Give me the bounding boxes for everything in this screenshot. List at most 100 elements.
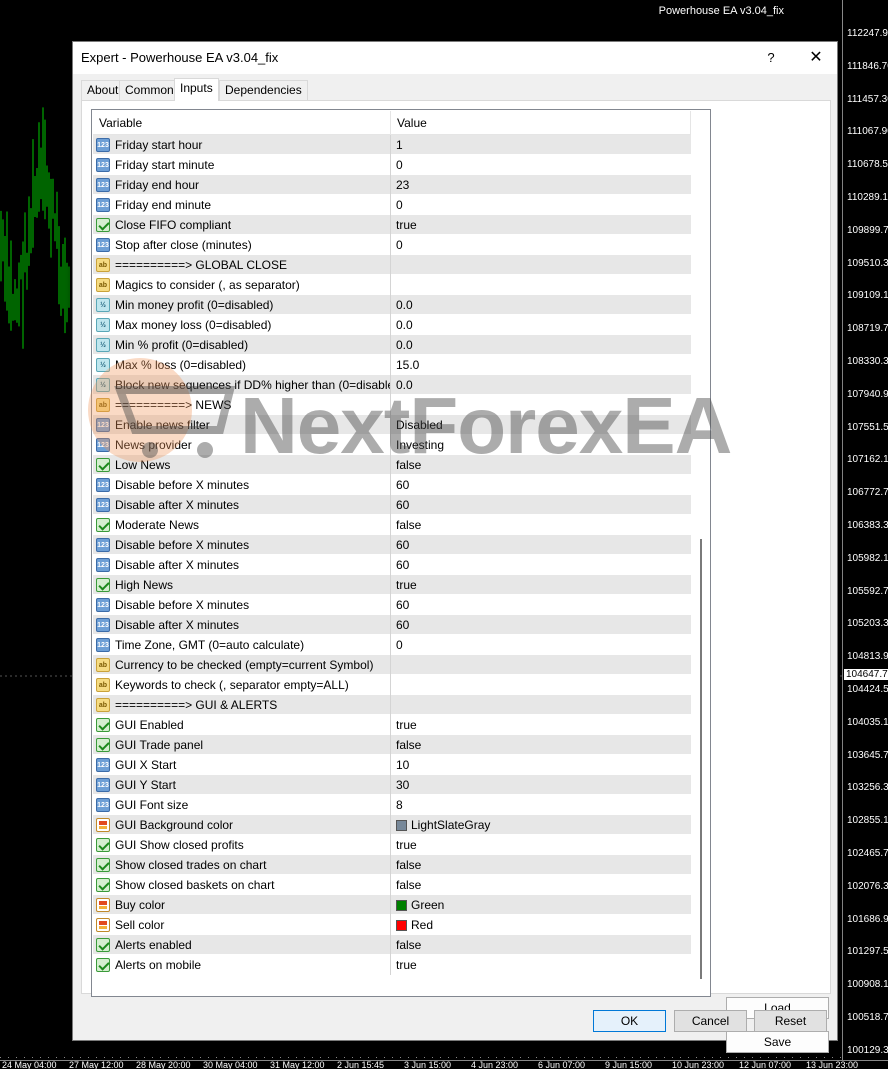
input-row[interactable]: ab Magics to consider (, as separator) bbox=[93, 275, 691, 295]
input-value-cell[interactable] bbox=[391, 395, 691, 415]
input-row[interactable]: Show closed trades on chart false bbox=[93, 855, 691, 875]
input-value-cell[interactable]: 60 bbox=[391, 535, 691, 555]
input-value-cell[interactable]: 60 bbox=[391, 615, 691, 635]
input-row[interactable]: 123 Disable after X minutes 60 bbox=[93, 615, 691, 635]
input-value-cell[interactable]: false bbox=[391, 515, 691, 535]
input-value-cell[interactable]: 0 bbox=[391, 235, 691, 255]
input-row[interactable]: Moderate News false bbox=[93, 515, 691, 535]
input-row[interactable]: 123 GUI X Start 10 bbox=[93, 755, 691, 775]
help-button[interactable]: ? bbox=[756, 46, 786, 70]
vertical-scrollbar[interactable] bbox=[692, 111, 709, 995]
input-value-cell[interactable] bbox=[391, 255, 691, 275]
grid-dot bbox=[344, 1057, 345, 1058]
input-value-cell[interactable] bbox=[391, 675, 691, 695]
cancel-button[interactable]: Cancel bbox=[674, 1010, 747, 1032]
input-value-cell[interactable]: 60 bbox=[391, 495, 691, 515]
input-row[interactable]: ab Currency to be checked (empty=current … bbox=[93, 655, 691, 675]
input-value-cell[interactable]: false bbox=[391, 935, 691, 955]
input-value-cell[interactable]: 0 bbox=[391, 195, 691, 215]
input-row[interactable]: ½ Block new sequences if DD% higher than … bbox=[93, 375, 691, 395]
input-row[interactable]: 123 Disable before X minutes 60 bbox=[93, 475, 691, 495]
input-row[interactable]: 123 Enable news filter Disabled bbox=[93, 415, 691, 435]
input-row[interactable]: ab Keywords to check (, separator empty=A… bbox=[93, 675, 691, 695]
input-value-cell[interactable]: Red bbox=[391, 915, 691, 935]
input-value-cell[interactable]: 60 bbox=[391, 595, 691, 615]
input-row[interactable]: GUI Show closed profits true bbox=[93, 835, 691, 855]
save-button[interactable]: Save bbox=[726, 1031, 829, 1053]
input-row[interactable]: 123 Friday start hour 1 bbox=[93, 135, 691, 155]
input-row[interactable]: GUI Enabled true bbox=[93, 715, 691, 735]
input-value-cell[interactable] bbox=[391, 655, 691, 675]
tab-about[interactable]: About bbox=[81, 80, 125, 100]
input-row[interactable]: 123 Disable after X minutes 60 bbox=[93, 495, 691, 515]
input-value-cell[interactable]: Green bbox=[391, 895, 691, 915]
input-row[interactable]: Low News false bbox=[93, 455, 691, 475]
input-row[interactable]: 123 News provider Investing bbox=[93, 435, 691, 455]
input-value-cell[interactable]: Disabled bbox=[391, 415, 691, 435]
input-value-cell[interactable]: false bbox=[391, 455, 691, 475]
scrollbar-thumb[interactable] bbox=[700, 539, 702, 979]
input-value-cell[interactable]: false bbox=[391, 855, 691, 875]
input-row[interactable]: 123 Disable before X minutes 60 bbox=[93, 595, 691, 615]
input-value-cell[interactable]: true bbox=[391, 715, 691, 735]
input-value-cell[interactable]: true bbox=[391, 835, 691, 855]
input-value-cell[interactable]: true bbox=[391, 575, 691, 595]
close-button[interactable]: ✕ bbox=[801, 46, 831, 70]
input-row[interactable]: ab ==========> GLOBAL CLOSE bbox=[93, 255, 691, 275]
input-value-cell[interactable]: true bbox=[391, 955, 691, 975]
input-row[interactable]: Close FIFO compliant true bbox=[93, 215, 691, 235]
input-value-cell[interactable]: Investing bbox=[391, 435, 691, 455]
tab-inputs[interactable]: Inputs bbox=[174, 78, 219, 101]
input-value-cell[interactable]: 0.0 bbox=[391, 295, 691, 315]
dialog-titlebar[interactable]: Expert - Powerhouse EA v3.04_fix ? ✕ bbox=[73, 42, 837, 74]
input-value-cell[interactable]: 60 bbox=[391, 475, 691, 495]
input-value-cell[interactable]: 0.0 bbox=[391, 315, 691, 335]
input-row[interactable]: 123 Disable after X minutes 60 bbox=[93, 555, 691, 575]
input-row[interactable]: Show closed baskets on chart false bbox=[93, 875, 691, 895]
input-value-cell[interactable]: 0 bbox=[391, 155, 691, 175]
input-value-cell[interactable] bbox=[391, 695, 691, 715]
input-value-cell[interactable]: 60 bbox=[391, 555, 691, 575]
input-row[interactable]: Alerts on mobile true bbox=[93, 955, 691, 975]
input-value-cell[interactable]: false bbox=[391, 875, 691, 895]
input-value-cell[interactable]: true bbox=[391, 215, 691, 235]
input-row[interactable]: 123 Time Zone, GMT (0=auto calculate) 0 bbox=[93, 635, 691, 655]
input-row[interactable]: Sell color Red bbox=[93, 915, 691, 935]
input-row[interactable]: High News true bbox=[93, 575, 691, 595]
input-value-cell[interactable]: 0.0 bbox=[391, 335, 691, 355]
input-row[interactable]: 123 Friday end minute 0 bbox=[93, 195, 691, 215]
input-row[interactable]: 123 Disable before X minutes 60 bbox=[93, 535, 691, 555]
column-header-value[interactable]: Value bbox=[391, 111, 691, 135]
input-row[interactable]: 123 Stop after close (minutes) 0 bbox=[93, 235, 691, 255]
tab-common[interactable]: Common bbox=[119, 80, 180, 100]
input-value-cell[interactable]: 0 bbox=[391, 635, 691, 655]
input-value-cell[interactable]: LightSlateGray bbox=[391, 815, 691, 835]
input-row[interactable]: ½ Max % loss (0=disabled) 15.0 bbox=[93, 355, 691, 375]
reset-button[interactable]: Reset bbox=[754, 1010, 827, 1032]
input-row[interactable]: ½ Max money loss (0=disabled) 0.0 bbox=[93, 315, 691, 335]
input-row[interactable]: 123 GUI Font size 8 bbox=[93, 795, 691, 815]
tab-dependencies[interactable]: Dependencies bbox=[219, 80, 308, 100]
input-value-cell[interactable]: 0.0 bbox=[391, 375, 691, 395]
ok-button[interactable]: OK bbox=[593, 1010, 666, 1032]
input-value-cell[interactable]: false bbox=[391, 735, 691, 755]
input-row[interactable]: ab ==========> GUI & ALERTS bbox=[93, 695, 691, 715]
input-value-cell[interactable]: 23 bbox=[391, 175, 691, 195]
input-row[interactable]: GUI Trade panel false bbox=[93, 735, 691, 755]
input-value-cell[interactable]: 1 bbox=[391, 135, 691, 155]
input-row[interactable]: 123 Friday start minute 0 bbox=[93, 155, 691, 175]
input-row[interactable]: 123 Friday end hour 23 bbox=[93, 175, 691, 195]
column-header-variable[interactable]: Variable bbox=[93, 111, 391, 135]
input-value-cell[interactable]: 10 bbox=[391, 755, 691, 775]
input-row[interactable]: Alerts enabled false bbox=[93, 935, 691, 955]
input-row[interactable]: 123 GUI Y Start 30 bbox=[93, 775, 691, 795]
input-row[interactable]: GUI Background color LightSlateGray bbox=[93, 815, 691, 835]
input-value-cell[interactable]: 8 bbox=[391, 795, 691, 815]
input-value-cell[interactable] bbox=[391, 275, 691, 295]
input-value-cell[interactable]: 30 bbox=[391, 775, 691, 795]
input-row[interactable]: ½ Min money profit (0=disabled) 0.0 bbox=[93, 295, 691, 315]
input-row[interactable]: ½ Min % profit (0=disabled) 0.0 bbox=[93, 335, 691, 355]
input-value-cell[interactable]: 15.0 bbox=[391, 355, 691, 375]
input-row[interactable]: ab ==========> NEWS bbox=[93, 395, 691, 415]
input-row[interactable]: Buy color Green bbox=[93, 895, 691, 915]
